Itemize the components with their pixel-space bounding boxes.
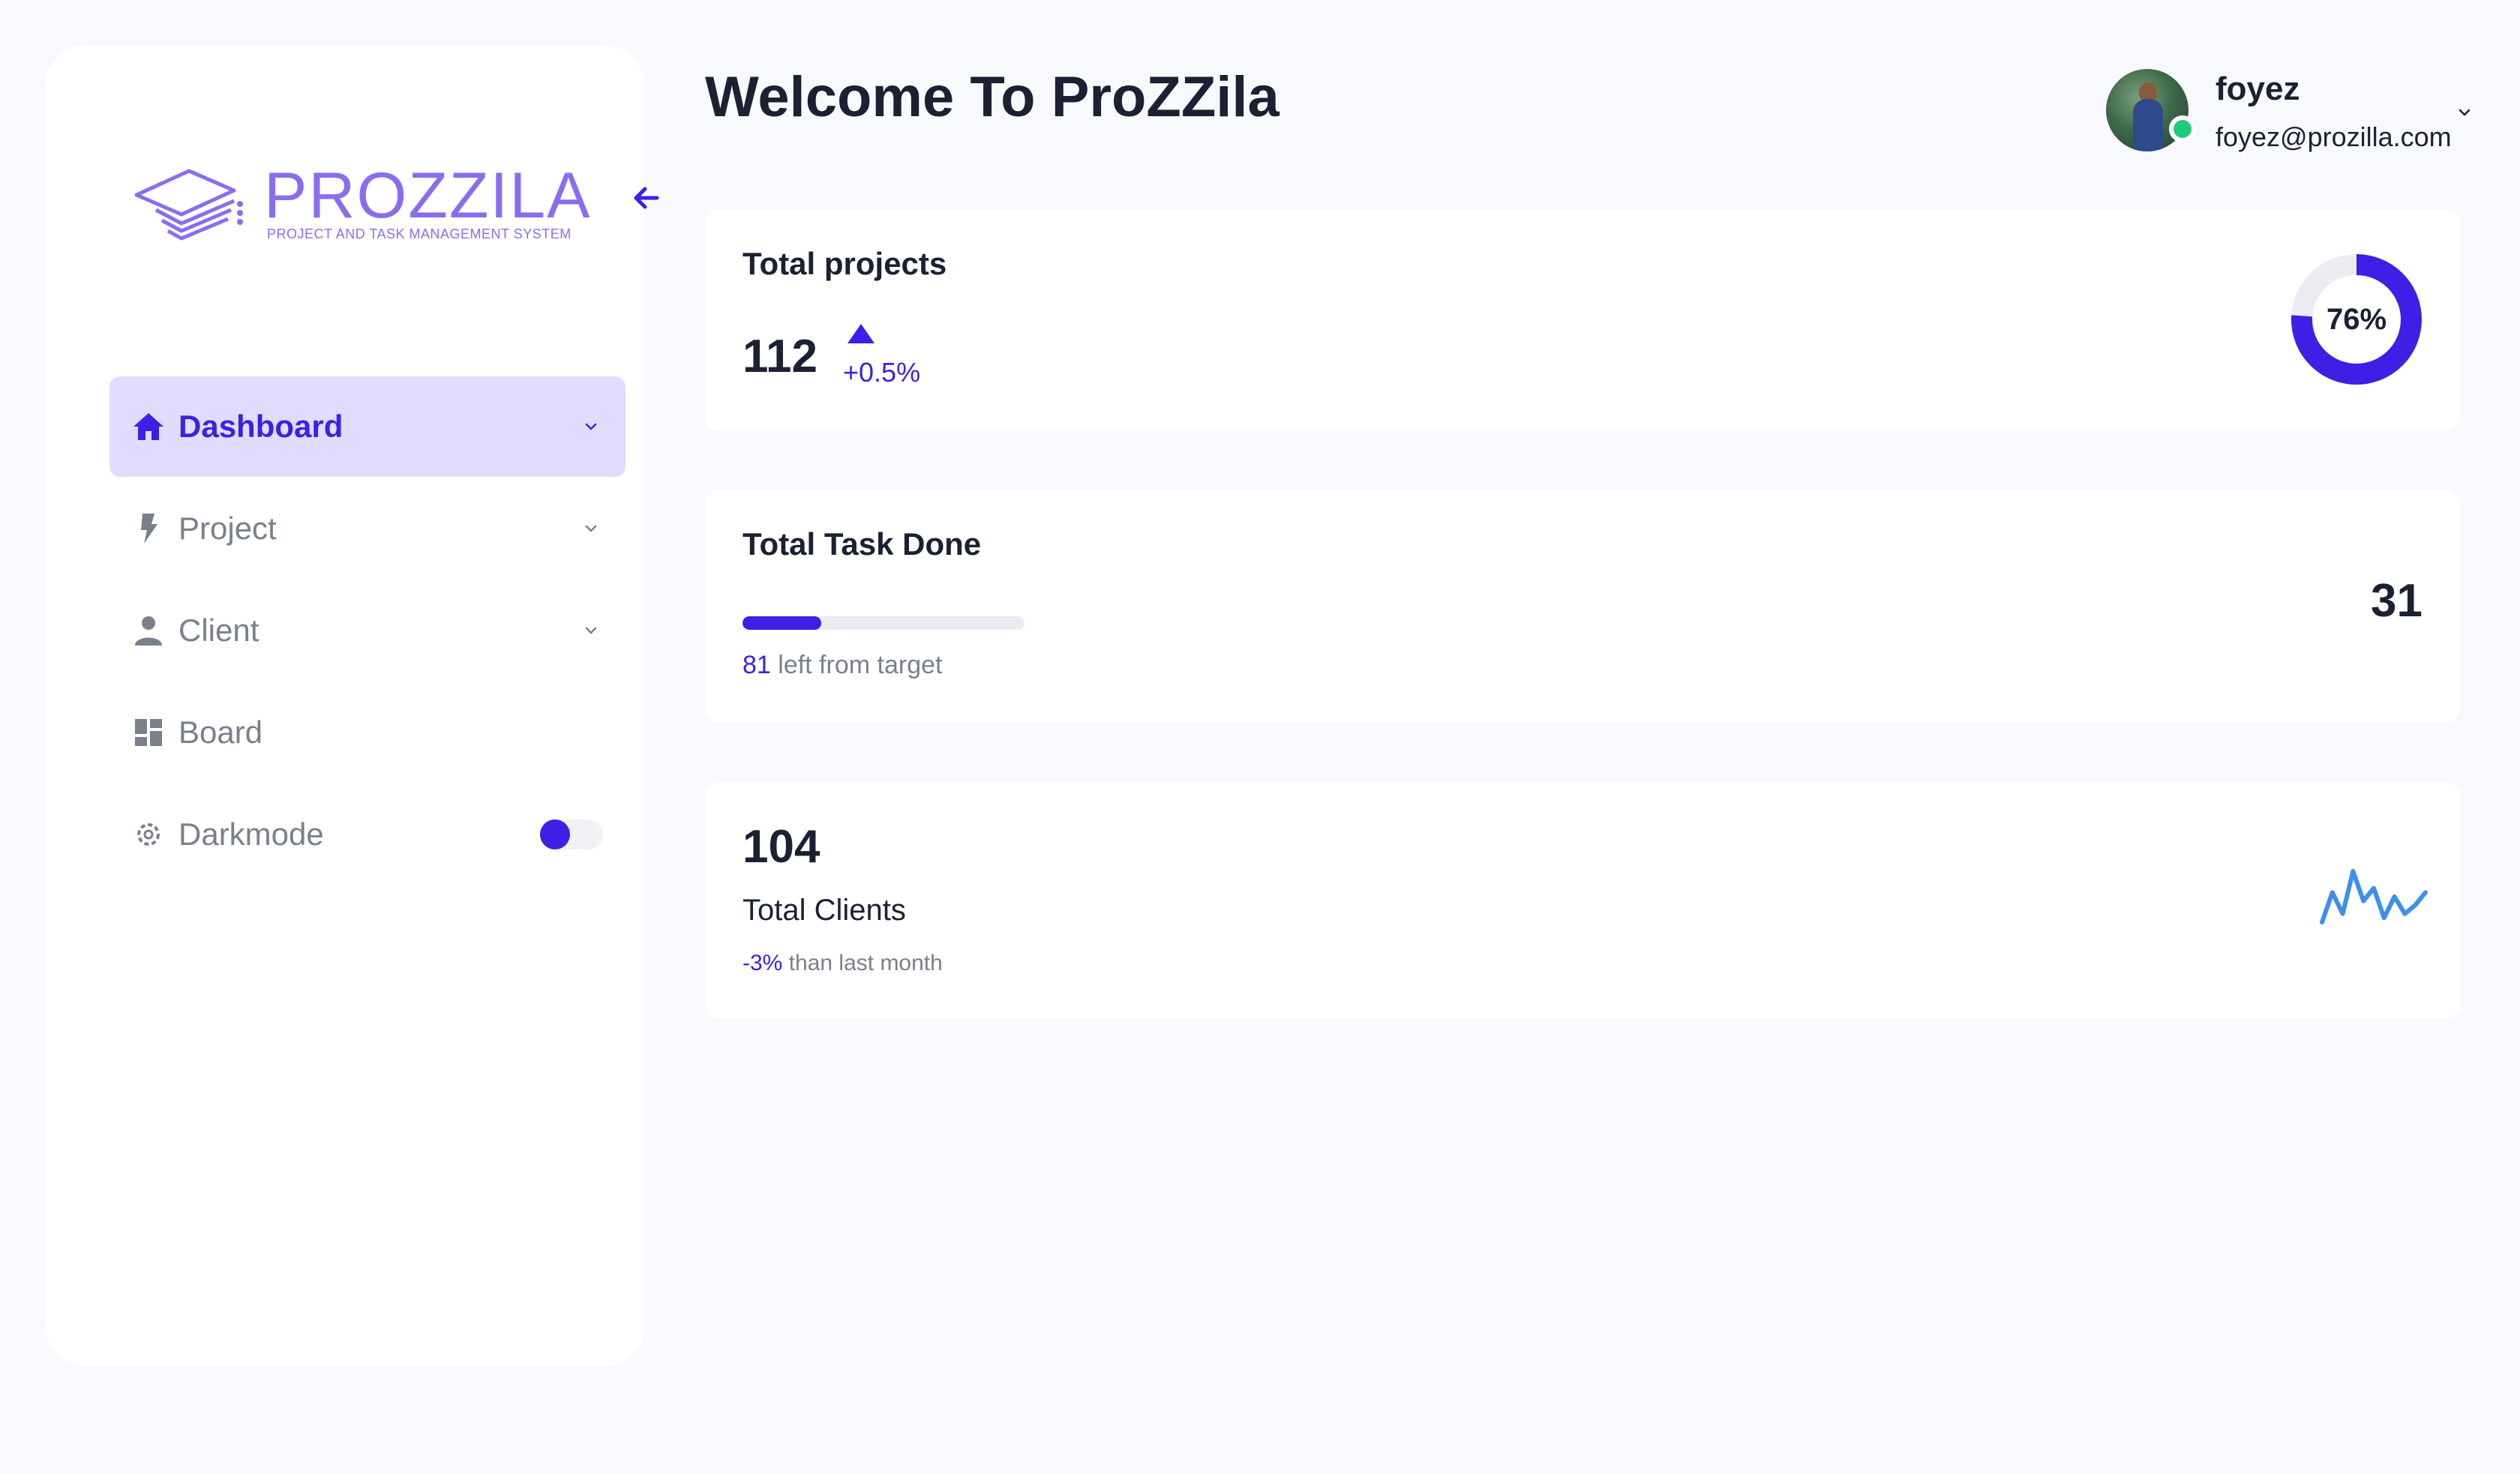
task-progress-bar [742, 616, 1024, 630]
sparkline-line [2320, 869, 2428, 924]
brand-name: PROZZILA [264, 160, 592, 232]
toggle-knob [540, 819, 570, 849]
page-title: Welcome To ProZZila [705, 65, 1280, 129]
chevron-down-icon[interactable] [582, 622, 600, 640]
sidebar-item-client[interactable]: Client [110, 580, 626, 681]
sidebar-item-label: Dashboard [178, 409, 344, 444]
online-status-dot [2169, 115, 2196, 142]
task-progress-note: 81 left from target [742, 651, 942, 680]
chevron-down-icon[interactable] [2456, 103, 2474, 121]
home-icon [134, 413, 164, 440]
sidebar-item-dashboard[interactable]: Dashboard [110, 376, 626, 477]
brand-logo[interactable]: PROZZILA PROJECT AND TASK MANAGEMENT SYS… [129, 157, 609, 247]
sidebar-nav: Dashboard Project Client Board Darkmode [110, 376, 626, 886]
projects-count: 112 [742, 331, 818, 382]
sidebar-item-label: Project [178, 511, 277, 546]
avatar-body [2133, 99, 2163, 151]
task-progress-fill [742, 616, 822, 630]
sidebar-item-project[interactable]: Project [110, 478, 626, 579]
chevron-down-icon[interactable] [582, 520, 600, 538]
user-icon [135, 616, 162, 646]
triangle-up-icon [848, 324, 874, 343]
total-task-done-card[interactable]: Total Task Done 81 left from target 31 [705, 490, 2460, 723]
clients-change: -3% [742, 951, 783, 975]
user-name: foyez [2216, 70, 2300, 107]
chevron-down-icon[interactable] [582, 418, 600, 436]
grid-icon [135, 719, 162, 746]
brand-tagline: PROJECT AND TASK MANAGEMENT SYSTEM [267, 226, 572, 241]
total-clients-card[interactable]: 104 Total Clients -3% than last month [705, 783, 2460, 1018]
tasks-left-text: left from target [770, 651, 943, 679]
card-title: Total Task Done [742, 526, 982, 562]
clients-change-text: than last month [782, 951, 943, 975]
darkmode-toggle[interactable] [540, 819, 603, 849]
layers-logo-icon [134, 169, 243, 241]
sidebar: PROZZILA PROJECT AND TASK MANAGEMENT SYS… [45, 45, 659, 1366]
projects-percent: 76% [2326, 303, 2387, 336]
sidebar-item-board[interactable]: Board [110, 682, 626, 783]
sidebar-item-label: Darkmode [178, 816, 324, 852]
clients-label: Total Clients [742, 894, 906, 927]
projects-change: +0.5% [843, 357, 921, 388]
arrow-left-icon[interactable] [628, 180, 664, 216]
clients-count: 104 [742, 821, 820, 873]
clients-change-note: -3% than last month [742, 951, 943, 976]
gear-icon [137, 823, 160, 846]
user-menu[interactable]: foyez foyez@prozilla.com [2106, 66, 2481, 163]
bolt-icon [141, 514, 158, 544]
tasks-left-count: 81 [742, 651, 771, 679]
sidebar-item-darkmode[interactable]: Darkmode [110, 784, 626, 885]
tasks-done-count: 31 [2371, 575, 2422, 627]
clients-sparkline [2320, 869, 2428, 924]
sidebar-item-label: Board [178, 715, 263, 750]
total-projects-card[interactable]: Total projects 112 +0.5% 76% [705, 210, 2460, 430]
user-email: foyez@prozilla.com [2216, 121, 2452, 152]
card-title: Total projects [742, 246, 947, 281]
sidebar-item-label: Client [178, 613, 260, 648]
